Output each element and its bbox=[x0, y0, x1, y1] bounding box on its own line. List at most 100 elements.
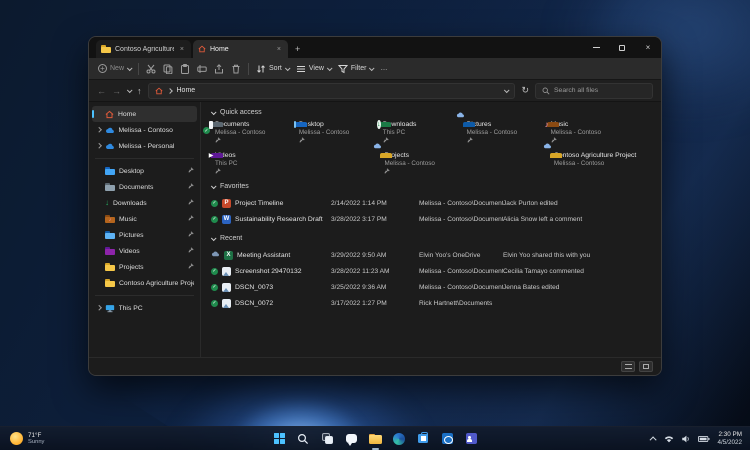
sync-status-icon: ✓ bbox=[211, 284, 218, 291]
chevron-right-icon[interactable] bbox=[96, 128, 101, 133]
battery-icon[interactable] bbox=[698, 434, 710, 444]
file-row-project-timeline[interactable]: ✓ P Project Timeline 2/14/2022 1:14 PM M… bbox=[211, 195, 661, 211]
outlook-button[interactable] bbox=[440, 431, 455, 446]
edge-button[interactable] bbox=[392, 431, 407, 446]
file-row-dscn-0073[interactable]: ✓ DSCN_0073 3/25/2022 9:36 AM Melissa - … bbox=[211, 279, 661, 295]
tile-sublabel: Melissa - Contoso bbox=[554, 160, 636, 167]
breadcrumb-segment[interactable]: Home bbox=[177, 87, 196, 94]
sidebar-item-label: Desktop bbox=[119, 168, 184, 175]
search-box[interactable]: Search all files bbox=[535, 83, 653, 99]
sidebar-item-pictures[interactable]: Pictures bbox=[89, 227, 200, 243]
file-date: 2/14/2022 1:14 PM bbox=[331, 200, 419, 207]
weather-widget[interactable]: 71°F Sunny bbox=[10, 432, 44, 446]
chevron-right-icon[interactable] bbox=[96, 144, 101, 149]
tile-downloads[interactable]: ↓ Downloads This PC bbox=[379, 121, 463, 145]
share-button[interactable] bbox=[214, 64, 224, 74]
close-tab-icon[interactable]: × bbox=[178, 46, 186, 53]
tile-music[interactable]: ♪ Music Melissa - Contoso bbox=[547, 121, 661, 145]
section-favorites[interactable]: Favorites bbox=[211, 183, 661, 190]
folder-downloads-icon: ↓ bbox=[105, 199, 109, 207]
breadcrumb[interactable]: Home bbox=[148, 83, 516, 99]
sidebar-item-downloads[interactable]: ↓ Downloads bbox=[89, 195, 200, 211]
sidebar-item-melissa-contoso[interactable]: Melissa - Contoso bbox=[89, 122, 200, 138]
back-button[interactable]: ← bbox=[97, 86, 106, 96]
volume-icon[interactable] bbox=[681, 434, 691, 444]
section-recent[interactable]: Recent bbox=[211, 235, 661, 242]
pin-icon bbox=[188, 263, 194, 271]
filter-button[interactable]: Filter bbox=[338, 64, 374, 74]
paste-button[interactable] bbox=[180, 64, 190, 74]
file-name: Screenshot 29470132 bbox=[235, 268, 302, 275]
start-button[interactable] bbox=[272, 431, 287, 446]
file-row-screenshot[interactable]: ✓ Screenshot 29470132 3/28/2022 11:23 AM… bbox=[211, 263, 661, 279]
store-button[interactable] bbox=[416, 431, 431, 446]
sync-status-icon: ✓ bbox=[211, 216, 218, 223]
taskbar-clock[interactable]: 2:30 PM 4/5/2022 bbox=[717, 431, 742, 446]
tab-contoso-agriculture-project[interactable]: Contoso Agriculture Project × bbox=[96, 40, 191, 58]
tile-desktop[interactable]: Desktop Melissa - Contoso bbox=[295, 121, 379, 145]
sort-icon bbox=[256, 64, 266, 74]
file-row-sustainability-research-draft[interactable]: ✓ W Sustainability Research Draft 3/28/2… bbox=[211, 211, 661, 227]
file-activity: Cecilia Tamayo commented bbox=[503, 268, 661, 275]
wifi-icon[interactable] bbox=[664, 434, 674, 444]
copy-button[interactable] bbox=[163, 64, 173, 74]
window-controls: × bbox=[583, 37, 661, 58]
minimize-button[interactable] bbox=[583, 37, 609, 58]
sidebar-item-videos[interactable]: Videos bbox=[89, 243, 200, 259]
large-icons-view-button[interactable] bbox=[639, 361, 653, 372]
sidebar-item-melissa-personal[interactable]: Melissa - Personal bbox=[89, 138, 200, 154]
navigation-pane: Home Melissa - Contoso Melissa - Persona… bbox=[89, 102, 201, 357]
pin-icon bbox=[215, 137, 265, 145]
forward-button[interactable]: → bbox=[112, 86, 121, 96]
sidebar-item-music[interactable]: ♪ Music bbox=[89, 211, 200, 227]
task-view-button[interactable] bbox=[320, 431, 335, 446]
tile-projects[interactable]: Projects Melissa - Contoso bbox=[380, 152, 461, 176]
sort-button[interactable]: Sort bbox=[256, 64, 289, 74]
tile-pictures[interactable]: Pictures Melissa - Contoso bbox=[463, 121, 547, 145]
pin-icon bbox=[299, 137, 349, 145]
teams-button[interactable] bbox=[464, 431, 479, 446]
chevron-right-icon[interactable] bbox=[96, 306, 101, 311]
onedrive-icon bbox=[105, 143, 115, 150]
new-button[interactable]: + New bbox=[98, 64, 131, 73]
view-button[interactable]: View bbox=[296, 64, 331, 74]
cut-button[interactable] bbox=[146, 64, 156, 74]
maximize-icon bbox=[619, 45, 625, 51]
chevron-down-icon bbox=[127, 65, 133, 71]
tile-contoso-agriculture-project[interactable]: Contoso Agriculture Project Melissa - Co… bbox=[550, 152, 661, 176]
section-quick-access[interactable]: Quick access bbox=[211, 109, 661, 116]
close-tab-icon[interactable]: × bbox=[275, 46, 283, 53]
chat-button[interactable] bbox=[344, 431, 359, 446]
show-hidden-icons-button[interactable] bbox=[650, 436, 657, 443]
see-more-button[interactable]: … bbox=[380, 65, 387, 72]
maximize-button[interactable] bbox=[609, 37, 635, 58]
file-date: 3/29/2022 9:50 AM bbox=[331, 252, 419, 259]
sidebar-item-documents[interactable]: Documents bbox=[89, 179, 200, 195]
sidebar-item-contoso-agriculture-project[interactable]: Contoso Agriculture Project bbox=[89, 275, 200, 291]
tile-sublabel: Melissa - Contoso bbox=[215, 129, 265, 136]
sidebar-item-label: Music bbox=[119, 216, 184, 223]
tile-documents[interactable]: ✓ Documents Melissa - Contoso bbox=[211, 121, 295, 145]
file-row-meeting-assistant[interactable]: X Meeting Assistant 3/29/2022 9:50 AM El… bbox=[211, 247, 661, 263]
sidebar-item-home[interactable]: Home bbox=[92, 106, 197, 122]
search-button[interactable] bbox=[296, 431, 311, 446]
rename-button[interactable] bbox=[197, 64, 207, 74]
delete-button[interactable] bbox=[231, 64, 241, 74]
folder-pictures-icon bbox=[105, 231, 115, 239]
sidebar-item-desktop[interactable]: Desktop bbox=[89, 163, 200, 179]
tile-videos[interactable]: ▶ Videos This PC bbox=[211, 152, 292, 176]
details-view-button[interactable] bbox=[621, 361, 635, 372]
address-dropdown-icon[interactable] bbox=[504, 87, 510, 93]
close-button[interactable]: × bbox=[635, 37, 661, 58]
tile-sublabel: Melissa - Contoso bbox=[299, 129, 349, 136]
edge-icon bbox=[393, 433, 405, 445]
refresh-button[interactable]: ↻ bbox=[521, 85, 529, 96]
up-button[interactable]: ↑ bbox=[137, 86, 142, 96]
sidebar-item-this-pc[interactable]: This PC bbox=[89, 300, 200, 316]
recent-locations-chevron[interactable] bbox=[127, 87, 133, 93]
file-explorer-button[interactable] bbox=[368, 431, 383, 446]
new-tab-button[interactable]: + bbox=[288, 40, 307, 58]
tab-home[interactable]: Home × bbox=[193, 40, 288, 58]
file-row-dscn-0072[interactable]: ✓ DSCN_0072 3/17/2022 1:27 PM Rick Hartn… bbox=[211, 295, 661, 311]
sidebar-item-projects[interactable]: Projects bbox=[89, 259, 200, 275]
